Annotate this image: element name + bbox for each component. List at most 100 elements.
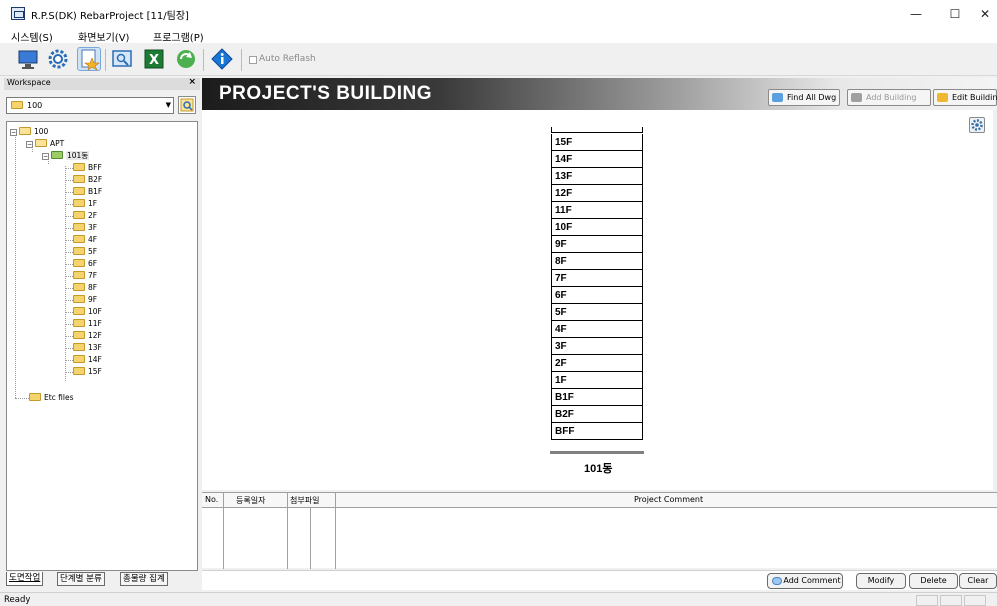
menu-system[interactable]: 시스템(S) [11,29,53,44]
floor-5F[interactable]: 5F [551,304,643,321]
status-pane [964,595,986,606]
floor-8F[interactable]: 8F [551,253,643,270]
folder-icon [29,393,41,401]
folder-icon [73,355,85,363]
tree-node-floor[interactable]: 2F [73,210,97,222]
folder-icon [73,175,85,183]
tree-node-floor[interactable]: BFF [73,162,102,174]
tree-guide [65,312,73,313]
project-banner: PROJECT'S BUILDING Find All Dwg Add Buil… [202,78,997,110]
tree-guide [65,264,73,265]
project-select[interactable]: 100 ▼ [6,97,174,114]
tree-node-floor[interactable]: 12F [73,330,102,342]
toolbar-separator [105,49,106,71]
collapse-icon[interactable]: − [10,129,17,136]
floor-3F[interactable]: 3F [551,338,643,355]
tree-node-building[interactable]: − 101동 [42,150,90,162]
tree-node-floor[interactable]: 8F [73,282,97,294]
tree-node-floor[interactable]: 6F [73,258,97,270]
col-date: 등록일자 [236,496,266,505]
floor-9F[interactable]: 9F [551,236,643,253]
floor-14F[interactable]: 14F [551,151,643,168]
tree-node-floor[interactable]: B2F [73,174,102,186]
tree-node-floor[interactable]: 14F [73,354,102,366]
tree-label: 5F [88,247,98,256]
tab-stage-classification[interactable]: 단계별 분류 [57,572,105,586]
tree-guide [65,240,73,241]
folder-icon [73,307,85,315]
tree-node-root[interactable]: − 100 [10,126,48,138]
tree-label: 3F [88,223,98,232]
column-divider [287,493,288,569]
tree-node-floor[interactable]: 9F [73,294,97,306]
building-canvas[interactable]: 15F 14F 13F 12F 11F 10F 9F 8F 7F 6F 5F 4… [202,110,993,490]
tree-node-floor[interactable]: 5F [73,246,97,258]
tree-node-etc[interactable]: Etc files [29,392,74,404]
folder-icon [19,127,31,135]
excel-icon[interactable]: X [142,47,166,71]
star-document-icon[interactable] [77,47,101,71]
maximize-button[interactable]: ☐ [940,4,970,24]
tree-node-apt[interactable]: − APT [26,138,64,150]
floor-6F[interactable]: 6F [551,287,643,304]
workspace-title: Workspace [7,78,51,87]
edit-building-button[interactable]: Edit Building [933,89,997,106]
tree-node-floor[interactable]: B1F [73,186,102,198]
find-project-button[interactable] [178,96,196,114]
floor-BFF[interactable]: BFF [551,423,643,440]
tree-label: APT [50,139,65,148]
menu-program[interactable]: 프로그램(P) [153,29,204,44]
gear-icon[interactable] [969,117,985,133]
minimize-button[interactable]: — [901,4,931,24]
ground-line [550,451,644,454]
auto-reflash-checkbox[interactable] [249,56,257,64]
floor-B1F[interactable]: B1F [551,389,643,406]
add-building-button[interactable]: Add Building [847,89,931,106]
modify-button[interactable]: Modify [856,573,906,589]
add-comment-button[interactable]: Add Comment [767,573,843,589]
monitor-icon[interactable] [16,47,40,71]
preview-icon[interactable] [110,47,134,71]
delete-button[interactable]: Delete [909,573,958,589]
floor-7F[interactable]: 7F [551,270,643,287]
tree-guide [65,180,73,181]
tree-node-floor[interactable]: 10F [73,306,102,318]
tab-drawing-work[interactable]: 도면작업 [6,572,44,586]
workspace-close-button[interactable]: × [188,77,196,87]
info-icon[interactable] [210,47,234,71]
floor-12F[interactable]: 12F [551,185,643,202]
clear-button[interactable]: Clear [959,573,997,589]
floor-15F[interactable]: 15F [551,134,643,151]
close-button[interactable]: ✕ [970,4,997,24]
chevron-down-icon[interactable]: ▼ [166,101,171,109]
building-icon [851,93,862,102]
floor-2F[interactable]: 2F [551,355,643,372]
floor-4F[interactable]: 4F [551,321,643,338]
tree-node-floor[interactable]: 7F [73,270,97,282]
tab-total-quantity[interactable]: 총물량 집계 [120,572,168,586]
tree-guide [15,398,29,399]
floor-1F[interactable]: 1F [551,372,643,389]
tree-node-floor[interactable]: 15F [73,366,102,378]
folder-icon [11,101,23,109]
refresh-icon[interactable] [174,47,198,71]
collapse-icon[interactable]: − [42,153,49,160]
tree-node-floor[interactable]: 13F [73,342,102,354]
floor-11F[interactable]: 11F [551,202,643,219]
settings-gear-icon[interactable] [46,47,70,71]
search-icon [772,93,783,102]
tree-node-floor[interactable]: 1F [73,198,97,210]
tree-node-floor[interactable]: 3F [73,222,97,234]
tree-guide [65,252,73,253]
tree-node-floor[interactable]: 4F [73,234,97,246]
tree-node-floor[interactable]: 11F [73,318,102,330]
menu-view[interactable]: 화면보기(V) [78,29,129,44]
floor-10F[interactable]: 10F [551,219,643,236]
find-all-dwg-button[interactable]: Find All Dwg [768,89,840,106]
collapse-icon[interactable]: − [26,141,33,148]
floor-B2F[interactable]: B2F [551,406,643,423]
building-roof [551,127,643,133]
tree-label: B2F [88,175,103,184]
floor-13F[interactable]: 13F [551,168,643,185]
col-no: No. [205,495,219,504]
